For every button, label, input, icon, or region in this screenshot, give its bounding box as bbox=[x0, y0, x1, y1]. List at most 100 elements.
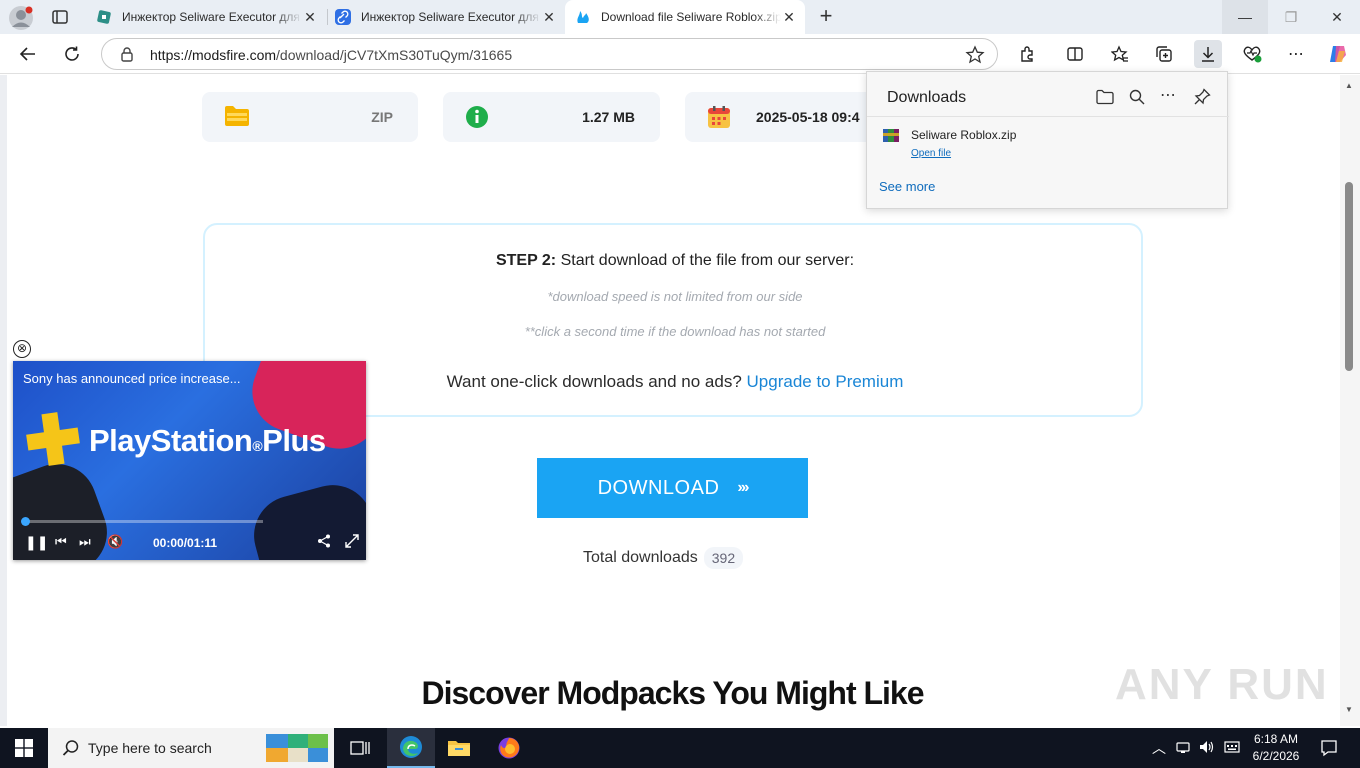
profile-avatar[interactable] bbox=[8, 5, 34, 31]
tab-bar: Инжектор Seliware Executor для ✕ Инжекто… bbox=[0, 0, 1360, 34]
windows-logo-icon bbox=[15, 739, 33, 757]
downloads-flyout: Downloads ⋯ Seliware Roblox.zip Open fil… bbox=[866, 71, 1229, 209]
scroll-thumb[interactable] bbox=[1345, 182, 1353, 371]
fullscreen-icon[interactable] bbox=[345, 534, 359, 548]
favorite-star-icon[interactable] bbox=[965, 45, 985, 65]
page-left-edge bbox=[0, 75, 7, 726]
see-more-link[interactable]: See more bbox=[879, 179, 935, 194]
ad-caption: Sony has announced price increase... bbox=[23, 371, 241, 386]
speed-note: *download speed is not limited from our … bbox=[547, 289, 803, 304]
taskbar-search[interactable]: Type here to search bbox=[48, 728, 334, 768]
start-button[interactable] bbox=[0, 728, 48, 768]
retry-note: **click a second time if the download ha… bbox=[524, 324, 826, 339]
file-type-value: ZIP bbox=[371, 109, 393, 125]
file-explorer-icon[interactable] bbox=[435, 728, 483, 768]
share-icon[interactable] bbox=[317, 534, 331, 548]
search-downloads-icon[interactable] bbox=[1128, 88, 1148, 108]
total-downloads-count: 392 bbox=[703, 547, 744, 569]
next-icon[interactable]: ⏭ bbox=[79, 534, 91, 550]
edge-taskbar-icon[interactable] bbox=[387, 728, 435, 768]
network-tray-icon[interactable] bbox=[1176, 740, 1190, 754]
video-ad[interactable]: Sony has announced price increase... Pla… bbox=[13, 361, 366, 560]
search-icon bbox=[62, 739, 80, 757]
close-tab-icon[interactable]: ✕ bbox=[541, 9, 557, 25]
download-file-name[interactable]: Seliware Roblox.zip bbox=[911, 128, 1016, 142]
keyboard-layout-icon[interactable] bbox=[1224, 740, 1240, 754]
restore-button[interactable]: ❐ bbox=[1268, 0, 1314, 34]
notifications-icon[interactable] bbox=[1320, 739, 1338, 757]
file-date-value: 2025-05-18 09:4 bbox=[756, 109, 860, 125]
tab-inactive-1[interactable]: Инжектор Seliware Executor для ✕ bbox=[86, 0, 326, 34]
back-arrow-icon bbox=[19, 47, 35, 61]
download-button[interactable]: DOWNLOAD ››› bbox=[537, 458, 808, 518]
address-bar[interactable]: https://modsfire.com/download/jCV7tXmS30… bbox=[101, 38, 998, 70]
pause-icon[interactable]: ❚❚ bbox=[25, 534, 48, 551]
ad-close-icon[interactable]: ⊗ bbox=[13, 340, 31, 358]
downloads-more-icon[interactable]: ⋯ bbox=[1160, 88, 1180, 108]
show-hidden-icons[interactable]: ︿ bbox=[1152, 738, 1166, 758]
taskbar-clock[interactable]: 6:18 AM 6/2/2026 bbox=[1248, 731, 1304, 765]
favorites-icon[interactable] bbox=[1106, 40, 1134, 68]
modsfire-site-icon bbox=[575, 9, 591, 25]
task-view-icon[interactable] bbox=[336, 728, 384, 768]
total-downloads: Total downloads 392 bbox=[583, 547, 744, 569]
file-size-card: 1.27 MB bbox=[443, 92, 660, 142]
collections-icon[interactable] bbox=[1150, 40, 1178, 68]
pin-icon[interactable] bbox=[1193, 88, 1213, 108]
total-downloads-label: Total downloads bbox=[583, 549, 698, 566]
copilot-icon[interactable] bbox=[1324, 40, 1352, 68]
firefox-icon[interactable] bbox=[485, 728, 533, 768]
page-scrollbar[interactable]: ▲ ▼ bbox=[1340, 75, 1360, 726]
zip-archive-icon bbox=[882, 127, 900, 143]
anyrun-watermark: ANY RUN bbox=[1115, 660, 1329, 709]
tab-inactive-2[interactable]: Инжектор Seliware Executor для ✕ bbox=[325, 0, 565, 34]
windows-taskbar: Type here to search ︿ 6:18 AM 6/2/2026 bbox=[0, 728, 1360, 768]
new-tab-button[interactable]: + bbox=[815, 5, 837, 28]
roblox-site-icon bbox=[96, 9, 112, 25]
scroll-down-icon[interactable]: ▼ bbox=[1345, 705, 1353, 714]
ad-progress-handle[interactable] bbox=[21, 517, 30, 526]
folder-icon bbox=[224, 105, 250, 127]
browser-essentials-icon[interactable] bbox=[1238, 40, 1266, 68]
ad-controls: ❚❚ ⏮ ⏭ 🔇 00:00/01:11 bbox=[23, 532, 359, 552]
url-text: https://modsfire.com/download/jCV7tXmS30… bbox=[150, 47, 513, 63]
file-size-value: 1.27 MB bbox=[582, 109, 635, 125]
info-icon bbox=[465, 105, 489, 129]
step-title: STEP 2: Start download of the file from … bbox=[495, 252, 855, 269]
minimize-button[interactable]: — bbox=[1222, 0, 1268, 34]
downloads-title: Downloads bbox=[887, 89, 967, 106]
file-type-card: ZIP bbox=[202, 92, 418, 142]
mute-icon[interactable]: 🔇 bbox=[107, 534, 123, 550]
tab-actions-icon[interactable] bbox=[51, 9, 69, 25]
close-window-button[interactable]: ✕ bbox=[1314, 0, 1360, 34]
chevrons-right-icon: ››› bbox=[737, 479, 749, 496]
search-highlight-icon bbox=[266, 732, 328, 764]
playstation-plus-logo-icon bbox=[21, 409, 85, 469]
extensions-icon[interactable] bbox=[1013, 40, 1041, 68]
close-tab-icon[interactable]: ✕ bbox=[302, 9, 318, 25]
calendar-icon bbox=[707, 105, 731, 129]
clock-time: 6:18 AM bbox=[1253, 732, 1299, 746]
volume-icon[interactable] bbox=[1199, 740, 1215, 754]
previous-icon[interactable]: ⏮ bbox=[55, 534, 67, 550]
clock-date: 6/2/2026 bbox=[1252, 749, 1300, 763]
refresh-button[interactable] bbox=[57, 39, 87, 69]
ad-brand-text: PlayStation®Plus bbox=[89, 423, 326, 458]
split-screen-icon[interactable] bbox=[1061, 40, 1089, 68]
back-button[interactable] bbox=[13, 39, 43, 69]
ad-time: 00:00/01:11 bbox=[153, 536, 218, 550]
tab-title: Инжектор Seliware Executor для bbox=[361, 10, 539, 24]
close-tab-icon[interactable]: ✕ bbox=[781, 9, 797, 25]
open-file-link[interactable]: Open file bbox=[911, 148, 951, 159]
ad-progress-bar[interactable] bbox=[21, 517, 263, 526]
site-info-icon[interactable] bbox=[120, 47, 134, 62]
tab-title: Download file Seliware Roblox.zip bbox=[601, 10, 781, 24]
downloads-icon[interactable] bbox=[1194, 40, 1222, 68]
open-folder-icon[interactable] bbox=[1096, 88, 1116, 108]
tab-active[interactable]: Download file Seliware Roblox.zip ✕ bbox=[565, 0, 805, 34]
more-options-icon[interactable]: ⋯ bbox=[1282, 40, 1310, 68]
upgrade-premium-link[interactable]: Upgrade to Premium bbox=[747, 372, 904, 391]
link-site-icon bbox=[335, 9, 351, 25]
scroll-up-icon[interactable]: ▲ bbox=[1345, 81, 1353, 90]
refresh-icon bbox=[65, 46, 79, 61]
